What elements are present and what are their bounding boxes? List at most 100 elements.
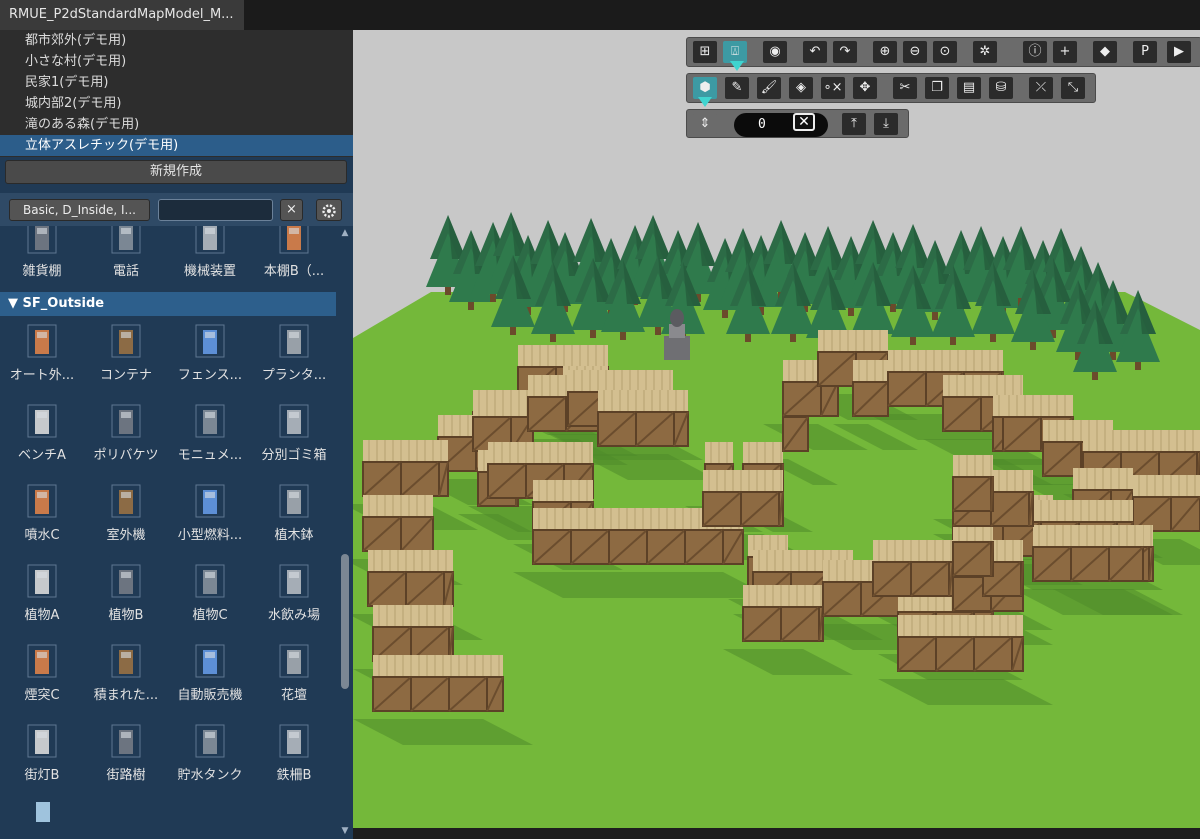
info-button[interactable]: ⓘ [1023,41,1047,63]
palette-item[interactable]: 自動販売機 [168,638,252,714]
play-button[interactable]: ▶ [1167,41,1191,63]
palette-item-label: コンテナ [99,368,152,383]
category-header[interactable]: ▼ SF_Outside [0,292,336,316]
palette-item[interactable]: 雑貨棚 [0,226,84,290]
palette-item[interactable]: 街灯B [0,718,84,794]
scroll-down-icon[interactable]: ▼ [338,826,352,836]
map-list-item[interactable]: 立体アスレチック(デモ用) [0,135,353,156]
scrollbar-thumb[interactable] [341,554,349,689]
palette-item[interactable]: モニュメ... [168,398,252,474]
tag-button[interactable]: ◆ [1093,41,1117,63]
map-viewport[interactable]: ⊞ ⍍ ◉ ↶ ↷ ⊕ ⊖ ⊙ ✲ ⓘ + ◆ P ▶ ⬢ ✎ 🖌 ◈ ∘× ✥… [353,30,1200,828]
bucket-button[interactable]: ⛁ [989,77,1013,99]
palette-item[interactable]: フェンス... [168,318,252,394]
palette-item[interactable]: 水飲み場 [252,558,336,634]
unlink-button[interactable]: ⤫ [1029,77,1053,99]
cube-tool-button[interactable]: ⬢ [693,77,717,99]
palette-settings-button[interactable] [316,199,342,221]
palette-item[interactable]: 小型燃料... [168,478,252,554]
clear-search-button[interactable]: × [280,199,303,221]
asset-palette: 雑貨棚 電話 機械装置 本棚B（... ▼ SF_Outside オート外... コンテナ フ… [0,226,336,839]
paste-button[interactable]: ▤ [957,77,981,99]
object-thumbnail-icon [195,324,225,358]
copy-button[interactable]: ❐ [925,77,949,99]
palette-item[interactable]: 植木鉢 [252,478,336,554]
title-bar: RMUE_P2dStandardMapModel_M... [0,0,1200,30]
palette-item[interactable]: 電話 [84,226,168,290]
object-thumbnail-icon [195,644,225,678]
palette-item-label: 積まれた... [93,688,159,703]
search-input[interactable] [158,199,273,221]
filter-dropdown[interactable]: Basic, D_Inside, I... [9,199,150,221]
palette-item-label: 植物B [108,608,144,623]
fill-icon: ◈ [796,80,806,95]
p-button[interactable]: P [1133,41,1157,63]
palette-item[interactable]: 花壇 [252,638,336,714]
pencil-tool-button[interactable]: ✎ [725,77,749,99]
height-handle[interactable]: ⇕ [693,113,717,135]
object-thumbnail-icon [279,226,309,254]
zoom-out-button[interactable]: ⊖ [903,41,927,63]
palette-item[interactable]: コンテナ [84,318,168,394]
palette-item[interactable]: ポリバケツ [84,398,168,474]
height-clear-button[interactable]: ✕ [793,113,815,131]
height-toolbar: ⇕ 0 ✕ ⤒ ⤓ [686,109,909,138]
fill-tool-button[interactable]: ◈ [789,77,813,99]
palette-item[interactable]: 植物A [0,558,84,634]
redo-button[interactable]: ↷ [833,41,857,63]
palette-item[interactable]: ベンチA [0,398,84,474]
layer-button[interactable]: ⍍ [723,41,747,63]
undo-button[interactable]: ↶ [803,41,827,63]
palette-item[interactable]: 噴水C [0,478,84,554]
palette-item-label: 街灯B [24,768,60,783]
palette-item[interactable]: 街路樹 [84,718,168,794]
palette-item[interactable]: 貯水タンク [168,718,252,794]
lower-button[interactable]: ⤓ [874,113,898,135]
palette-item[interactable]: 積まれた... [84,638,168,714]
map-list-item[interactable]: 都市郊外(デモ用) [0,30,353,51]
gear-icon: ✲ [979,44,991,59]
grid-button[interactable]: ⊞ [693,41,717,63]
palette-item[interactable]: プランタ... [252,318,336,394]
palette-item[interactable]: 室外機 [84,478,168,554]
palette-item[interactable]: 機械装置 [168,226,252,290]
object-thumbnail-icon [111,226,141,254]
brush-tool-button[interactable]: 🖌 [757,77,781,99]
visibility-button[interactable]: ◉ [763,41,787,63]
palette-item[interactable]: 本棚B（... [252,226,336,290]
redo-icon: ↷ [839,44,851,59]
object-thumbnail-icon [27,404,57,438]
scene-canvas[interactable] [353,30,1200,828]
palette-item[interactable]: 植物B [84,558,168,634]
palette-item-label: 噴水C [24,528,60,543]
settings-button[interactable]: ✲ [973,41,997,63]
add-button[interactable]: + [1053,41,1077,63]
map-tab[interactable]: RMUE_P2dStandardMapModel_M... [0,0,244,30]
new-map-button[interactable]: 新規作成 [5,160,347,184]
palette-scrollbar[interactable]: ▲ ▼ [338,226,352,839]
palette-item-label: 植物A [24,608,60,623]
palette-item-partial[interactable] [36,802,50,822]
palette-item[interactable]: オート外... [0,318,84,394]
scroll-up-icon[interactable]: ▲ [338,228,352,238]
play-icon: ▶ [1174,44,1184,59]
palette-item[interactable]: 煙突C [0,638,84,714]
viewport-bottom-bar [353,828,1200,839]
object-thumbnail-icon [27,724,57,758]
zoom-fit-button[interactable]: ⊙ [933,41,957,63]
zoom-out-icon: ⊖ [909,44,921,59]
map-list-item[interactable]: 滝のある森(デモ用) [0,114,353,135]
palette-item[interactable]: 植物C [168,558,252,634]
zoom-in-button[interactable]: ⊕ [873,41,897,63]
map-list-item[interactable]: 小さな村(デモ用) [0,51,353,72]
map-list-item[interactable]: 民家1(デモ用) [0,72,353,93]
rotate-button[interactable]: ⤡ [1061,77,1085,99]
map-list-item[interactable]: 城内部2(デモ用) [0,93,353,114]
eraser-tag-icon: ◆ [1100,44,1110,59]
raise-button[interactable]: ⤒ [842,113,866,135]
palette-item[interactable]: 鉄柵B [252,718,336,794]
palette-item[interactable]: 分別ゴミ箱 [252,398,336,474]
link-tool-button[interactable]: ∘× [821,77,845,99]
cut-button[interactable]: ✂ [893,77,917,99]
move-tool-button[interactable]: ✥ [853,77,877,99]
